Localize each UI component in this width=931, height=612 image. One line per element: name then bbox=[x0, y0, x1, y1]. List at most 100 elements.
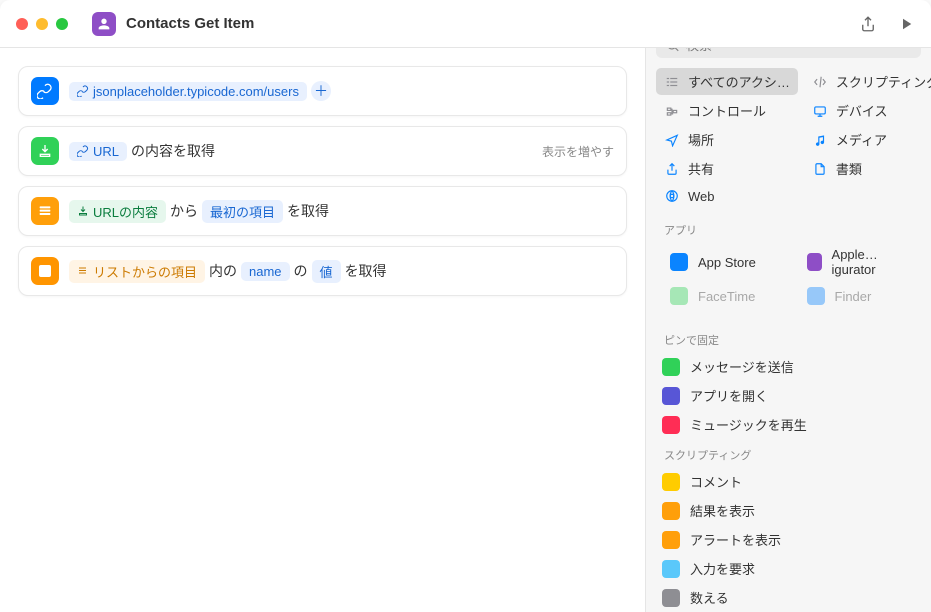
action-icon bbox=[662, 531, 680, 549]
category-icon bbox=[664, 161, 680, 177]
get-contents-action-card[interactable]: URL の内容を取得 表示を増やす bbox=[18, 126, 627, 176]
action-icon bbox=[662, 473, 680, 491]
dictionary-icon bbox=[31, 257, 59, 285]
add-url-button[interactable]: ＋ bbox=[311, 81, 331, 101]
action-label: の内容を取得 bbox=[131, 141, 215, 161]
search-box[interactable] bbox=[656, 48, 921, 58]
app-label: FaceTime bbox=[698, 289, 755, 304]
action-icon bbox=[662, 416, 680, 434]
category-icon bbox=[664, 74, 680, 90]
action-icon bbox=[662, 358, 680, 376]
category-icon bbox=[664, 188, 680, 204]
category-icon bbox=[812, 161, 828, 177]
action-label: ミュージックを再生 bbox=[690, 415, 807, 434]
titlebar: Contacts Get Item bbox=[0, 0, 931, 48]
app-icon bbox=[670, 287, 688, 305]
search-input[interactable] bbox=[686, 48, 911, 53]
pinned-list: メッセージを送信アプリを開くミュージックを再生 bbox=[646, 352, 931, 439]
list-item[interactable]: メッセージを送信 bbox=[646, 352, 931, 381]
list-item[interactable]: 結果を表示 bbox=[646, 496, 931, 525]
list-item[interactable]: コメント bbox=[646, 467, 931, 496]
list-item[interactable]: アプリを開く bbox=[646, 381, 931, 410]
close-window-button[interactable] bbox=[16, 18, 28, 30]
workflow-editor: jsonplaceholder.typicode.com/users ＋ URL… bbox=[0, 48, 645, 612]
link-icon bbox=[31, 77, 59, 105]
action-label: 入力を要求 bbox=[690, 559, 755, 578]
list-icon bbox=[31, 197, 59, 225]
action-icon bbox=[662, 387, 680, 405]
app-label: Apple…igurator bbox=[832, 247, 907, 277]
category-label: 場所 bbox=[688, 130, 714, 149]
category-item[interactable]: スクリプティング bbox=[804, 68, 931, 95]
category-label: Web bbox=[688, 189, 715, 204]
key-token[interactable]: name bbox=[241, 262, 290, 281]
category-label: デバイス bbox=[836, 101, 888, 120]
app-label: Finder bbox=[835, 289, 872, 304]
category-label: メディア bbox=[836, 130, 887, 149]
category-icon bbox=[812, 132, 828, 148]
url-action-card[interactable]: jsonplaceholder.typicode.com/users ＋ bbox=[18, 66, 627, 116]
category-label: 共有 bbox=[688, 159, 714, 178]
scripting-list: コメント結果を表示アラートを表示入力を要求数えるメニューから選択 bbox=[646, 467, 931, 612]
category-item[interactable]: Web bbox=[656, 184, 798, 208]
category-item[interactable]: 場所 bbox=[656, 126, 798, 153]
window-controls bbox=[16, 18, 68, 30]
share-icon[interactable] bbox=[859, 15, 877, 33]
list-item[interactable]: 数える bbox=[646, 583, 931, 612]
app-icon bbox=[670, 253, 688, 271]
app-icon bbox=[807, 253, 822, 271]
apps-section-title: アプリ bbox=[646, 214, 931, 242]
category-label: スクリプティング bbox=[836, 72, 931, 91]
get-dictionary-action-card[interactable]: リストからの項目 内の name の 値 を取得 bbox=[18, 246, 627, 296]
list-item-variable-token[interactable]: リストからの項目 bbox=[69, 260, 205, 283]
show-more-button[interactable]: 表示を増やす bbox=[542, 143, 614, 160]
first-item-token[interactable]: 最初の項目 bbox=[202, 200, 283, 223]
category-item[interactable]: 書類 bbox=[804, 155, 931, 182]
action-label: コメント bbox=[690, 472, 742, 491]
minimize-window-button[interactable] bbox=[36, 18, 48, 30]
app-item[interactable]: FaceTime bbox=[654, 282, 787, 310]
categories-grid: すべてのアクシ… スクリプティングコントロール デバイス場所 メディア共有 書類 Web bbox=[646, 66, 931, 214]
list-item[interactable]: ミュージックを再生 bbox=[646, 410, 931, 439]
category-item[interactable]: メディア bbox=[804, 126, 931, 153]
fullscreen-window-button[interactable] bbox=[56, 18, 68, 30]
url-variable-token[interactable]: URL bbox=[69, 142, 127, 161]
apps-grid: App Store Apple…igurator FaceTime Finder bbox=[646, 242, 931, 316]
app-item[interactable]: Apple…igurator bbox=[791, 242, 924, 282]
action-label: アラートを表示 bbox=[690, 530, 781, 549]
action-label: 数える bbox=[690, 588, 729, 607]
contents-variable-token[interactable]: URLの内容 bbox=[69, 200, 166, 223]
category-item[interactable]: コントロール bbox=[656, 97, 798, 124]
category-icon bbox=[664, 103, 680, 119]
category-icon bbox=[812, 74, 828, 90]
action-label: メッセージを送信 bbox=[690, 357, 794, 376]
shortcut-icon bbox=[92, 12, 116, 36]
app-label: App Store bbox=[698, 255, 756, 270]
scripting-section-title: スクリプティング bbox=[646, 439, 931, 467]
list-item[interactable]: アラートを表示 bbox=[646, 525, 931, 554]
download-icon bbox=[31, 137, 59, 165]
value-token[interactable]: 値 bbox=[312, 260, 341, 283]
action-label: アプリを開く bbox=[690, 386, 768, 405]
category-label: 書類 bbox=[836, 159, 862, 178]
window-title: Contacts Get Item bbox=[126, 15, 859, 32]
app-icon bbox=[807, 287, 825, 305]
app-item[interactable]: Finder bbox=[791, 282, 924, 310]
pinned-section-title: ピンで固定 bbox=[646, 324, 931, 352]
url-value-token[interactable]: jsonplaceholder.typicode.com/users bbox=[69, 82, 307, 101]
category-label: コントロール bbox=[688, 101, 766, 120]
app-item[interactable]: App Store bbox=[654, 242, 787, 282]
category-item[interactable]: デバイス bbox=[804, 97, 931, 124]
run-icon[interactable] bbox=[897, 15, 915, 33]
category-item[interactable]: 共有 bbox=[656, 155, 798, 182]
action-icon bbox=[662, 560, 680, 578]
category-label: すべてのアクシ… bbox=[688, 72, 790, 91]
category-icon bbox=[664, 132, 680, 148]
category-icon bbox=[812, 103, 828, 119]
action-icon bbox=[662, 589, 680, 607]
category-item[interactable]: すべてのアクシ… bbox=[656, 68, 798, 95]
list-item[interactable]: 入力を要求 bbox=[646, 554, 931, 583]
search-icon bbox=[666, 48, 680, 53]
get-item-action-card[interactable]: URLの内容 から 最初の項目 を取得 bbox=[18, 186, 627, 236]
action-icon bbox=[662, 502, 680, 520]
